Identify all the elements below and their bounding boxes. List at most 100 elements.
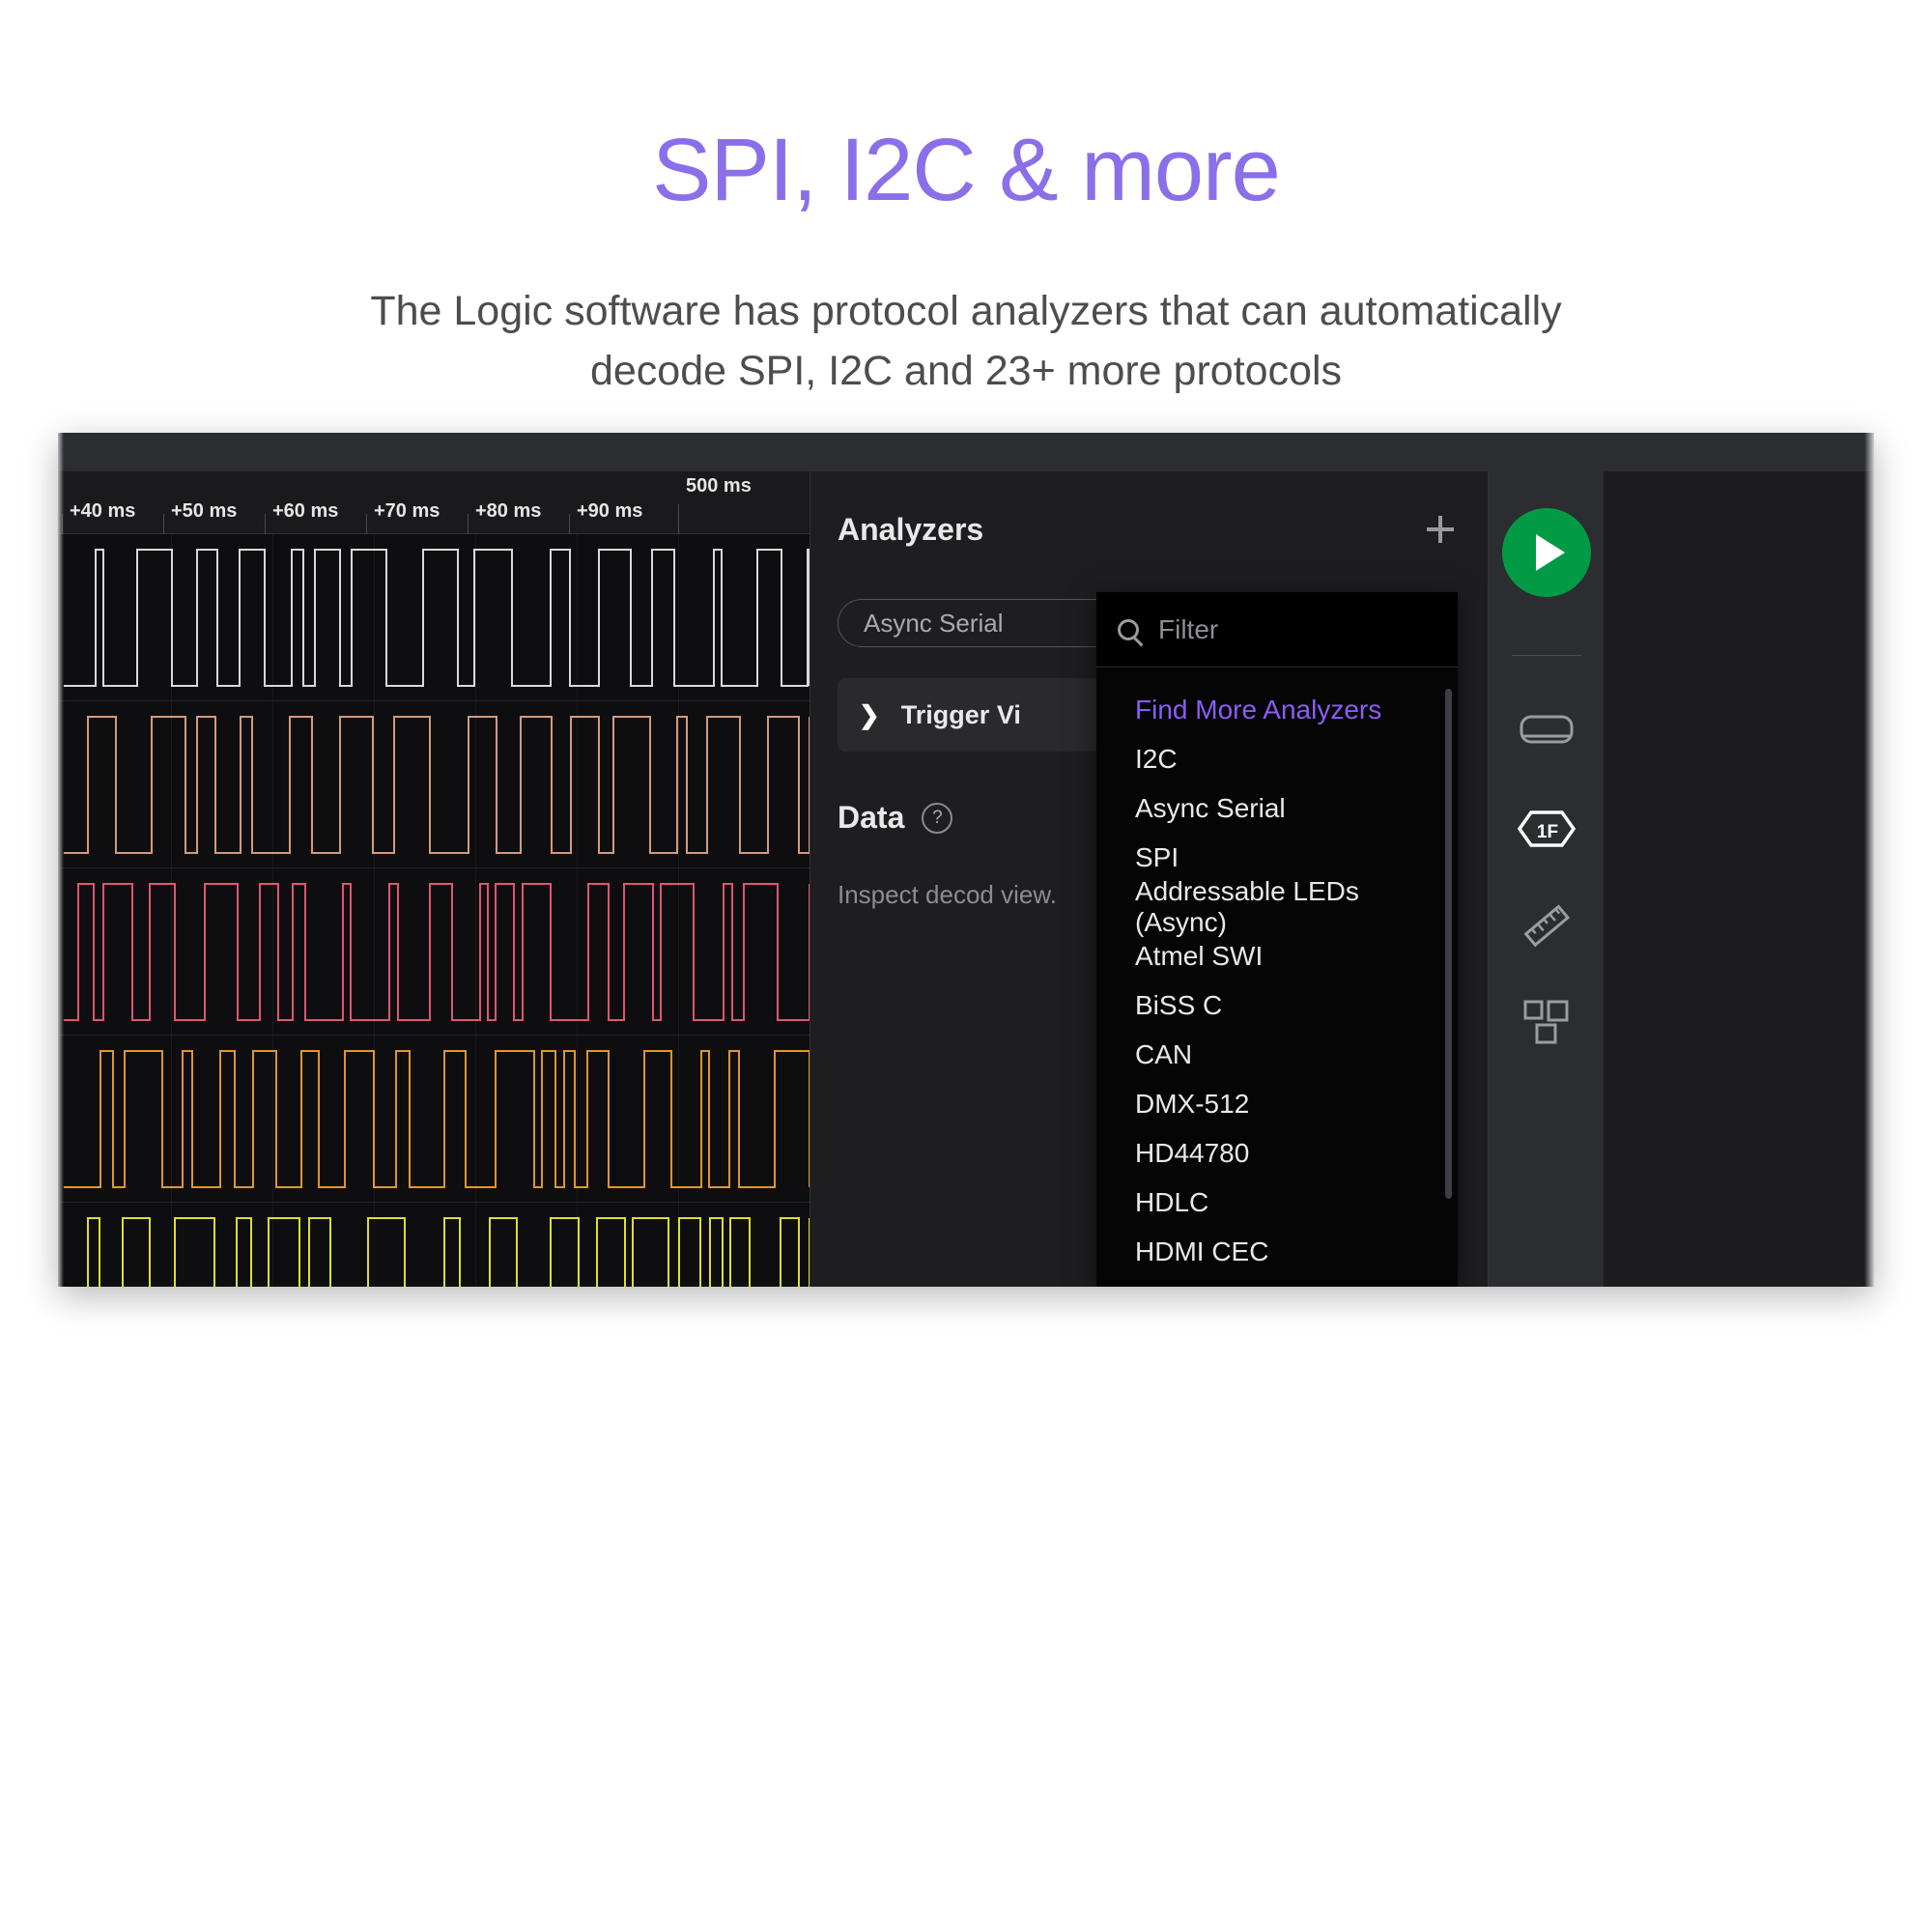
waveform-gridline [171, 1036, 172, 1202]
extensions-icon-svg [1523, 1000, 1569, 1044]
start-capture-button[interactable] [1502, 508, 1591, 597]
hex-1f-icon-svg: 1F [1517, 810, 1577, 847]
dropdown-search-row[interactable]: Filter [1096, 592, 1458, 668]
waveform-gridline [374, 868, 375, 1035]
dropdown-list[interactable]: Find More Analyzers I2C Async Serial SPI Add… [1096, 668, 1458, 1287]
extensions-icon[interactable] [1508, 983, 1585, 1061]
waveform-row[interactable] [58, 1036, 810, 1203]
timeline-tick-mark [62, 514, 63, 534]
analyzer-dropdown[interactable]: Filter Find More Analyzers I2C Async Seria… [1096, 592, 1458, 1287]
dropdown-item[interactable]: Addressable LEDs (Async) [1096, 876, 1458, 937]
app-body: +40 ms +50 ms +60 ms +70 ms +80 ms +90 ms 500 … [58, 471, 1874, 1287]
dropdown-item[interactable]: I2S / PCM [1096, 1276, 1458, 1288]
waveform-row[interactable] [58, 868, 810, 1036]
device-icon-svg [1520, 715, 1574, 744]
waveform-gridline [171, 1203, 172, 1287]
timeline-tick-mark [163, 514, 164, 534]
chevron-right-icon: ❯ [859, 699, 880, 729]
filter-input[interactable]: Filter [1158, 614, 1218, 645]
waveform-gridline [374, 701, 375, 867]
app-titlebar [58, 433, 1874, 471]
waveform-rows [58, 534, 810, 1287]
timeline-tick-label: +80 ms [475, 500, 542, 522]
analyzer-chip-label: Async Serial [864, 608, 1004, 638]
page-subtitle-line-1: The Logic software has protocol analyzer… [370, 287, 1562, 334]
timeline-tick-label: +90 ms [577, 500, 643, 522]
waveform-gridline [678, 701, 679, 867]
data-section-header: Data ? [838, 800, 953, 836]
timeline-tick-mark [265, 514, 266, 534]
waveform-gridline [678, 1036, 679, 1202]
waveform-gridline [475, 868, 476, 1035]
dropdown-item[interactable]: CAN [1096, 1030, 1458, 1079]
dropdown-item[interactable]: Find More Analyzers [1096, 685, 1458, 734]
waveform-pane[interactable]: +40 ms +50 ms +60 ms +70 ms +80 ms +90 ms 500 … [58, 471, 810, 1287]
timeline-tick-label: +50 ms [171, 500, 238, 522]
ruler-icon-svg [1523, 904, 1571, 948]
dropdown-item[interactable]: SPI [1096, 833, 1458, 882]
dropdown-item[interactable]: BiSS C [1096, 980, 1458, 1030]
waveform-gridline [577, 1036, 578, 1202]
add-analyzer-button[interactable] [1419, 508, 1462, 551]
timeline-tick-mark [468, 514, 469, 534]
hero-section: SPI, I2C & more The Logic software has p… [0, 0, 1932, 401]
waveform-gridline [171, 868, 172, 1035]
waveform-gridline [374, 534, 375, 700]
play-icon [1535, 534, 1565, 571]
waveform-gridline [577, 701, 578, 867]
timeline-tick-mark [569, 514, 570, 534]
data-description: Inspect decod view. [838, 880, 1057, 909]
help-icon[interactable]: ? [922, 802, 953, 834]
waveform-row[interactable] [58, 534, 810, 701]
tool-rail: 1F [1488, 471, 1604, 1287]
timeline-tick-label: +70 ms [374, 500, 440, 522]
svg-text:1F: 1F [1537, 822, 1558, 842]
analyzers-panel: Analyzers Async Serial ❯ Trigger Vi Data… [810, 471, 1488, 1287]
waveform-gridline [374, 1036, 375, 1202]
trigger-view-label: Trigger Vi [900, 699, 1021, 729]
waveform-gridline [577, 1203, 578, 1287]
waveform-gridline [678, 1203, 679, 1287]
device-icon[interactable] [1508, 694, 1585, 771]
hex-1f-icon[interactable]: 1F [1508, 790, 1585, 867]
waveform-gridline [475, 534, 476, 700]
timeline-major-label: 500 ms [686, 475, 752, 497]
waveform-row[interactable] [58, 701, 810, 868]
timeline-major-mark [678, 504, 679, 534]
timeline-tick-mark [366, 514, 367, 534]
waveform-gridline [577, 534, 578, 700]
page-subtitle: The Logic software has protocol analyzer… [222, 281, 1710, 402]
dropdown-item[interactable]: DMX-512 [1096, 1079, 1458, 1128]
data-title: Data [838, 800, 905, 835]
waveform-gridline [475, 1203, 476, 1287]
search-icon [1118, 618, 1139, 640]
dropdown-item[interactable]: HDLC [1096, 1178, 1458, 1227]
timeline-tick-label: +60 ms [272, 500, 339, 522]
analyzers-header: Analyzers [838, 508, 1462, 551]
waveform-gridline [374, 1203, 375, 1287]
dropdown-item[interactable]: HDMI CEC [1096, 1227, 1458, 1276]
waveform-gridline [577, 868, 578, 1035]
dropdown-item[interactable]: I2C [1096, 734, 1458, 783]
waveform-gridline [272, 1036, 273, 1202]
waveform-gridline [678, 868, 679, 1035]
waveform-gridline [475, 701, 476, 867]
timeline-tick-label: +40 ms [70, 500, 136, 522]
waveform-gridline [171, 701, 172, 867]
waveform-gridline [678, 534, 679, 700]
dropdown-scrollbar[interactable] [1445, 689, 1452, 1199]
page-title: SPI, I2C & more [652, 121, 1281, 219]
waveform-gridline [171, 534, 172, 700]
ruler-icon[interactable] [1508, 887, 1585, 964]
dropdown-item[interactable]: HD44780 [1096, 1128, 1458, 1178]
timeline-ruler[interactable]: +40 ms +50 ms +60 ms +70 ms +80 ms +90 ms 500 … [58, 471, 810, 534]
page-subtitle-line-2: decode SPI, I2C and 23+ more protocols [589, 347, 1343, 394]
waveform-gridline [272, 1203, 273, 1287]
logic-app-window: +40 ms +50 ms +60 ms +70 ms +80 ms +90 ms 500 … [58, 433, 1874, 1287]
waveform-gridline [272, 701, 273, 867]
analyzers-title: Analyzers [838, 511, 984, 547]
dropdown-item[interactable]: Async Serial [1096, 783, 1458, 833]
help-icon-glyph: ? [932, 807, 943, 828]
waveform-row[interactable] [58, 1203, 810, 1287]
dropdown-item[interactable]: Atmel SWI [1096, 931, 1458, 980]
